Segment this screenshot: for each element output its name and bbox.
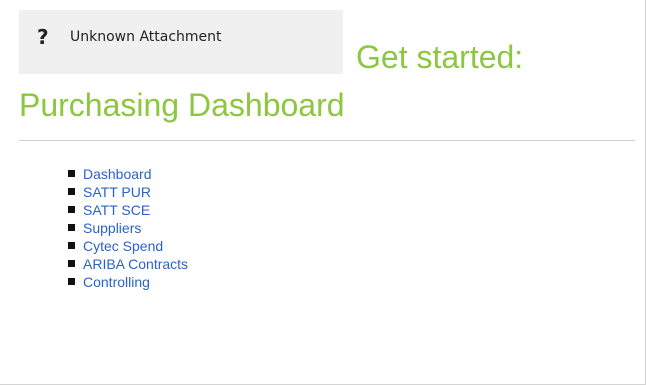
attachment-label: Unknown Attachment <box>70 29 222 45</box>
bullet-icon <box>68 260 75 267</box>
page-title-line1: Get started: <box>356 39 524 75</box>
list-item: Suppliers <box>68 219 188 237</box>
dashboard-link-list: Dashboard SATT PUR SATT SCE Suppliers Cy… <box>68 165 188 291</box>
link-satt-sce[interactable]: SATT SCE <box>83 202 150 218</box>
title-divider <box>19 140 635 141</box>
list-item: Controlling <box>68 273 188 291</box>
bullet-icon <box>68 278 75 285</box>
bullet-icon <box>68 242 75 249</box>
link-satt-pur[interactable]: SATT PUR <box>83 184 151 200</box>
page-title-line2: Purchasing Dashboard <box>19 87 345 123</box>
question-mark-icon: ? <box>37 25 49 49</box>
list-item: Dashboard <box>68 165 188 183</box>
unknown-attachment-placeholder: ? Unknown Attachment <box>19 10 343 74</box>
link-ariba-contracts[interactable]: ARIBA Contracts <box>83 256 188 272</box>
link-cytec-spend[interactable]: Cytec Spend <box>83 238 163 254</box>
link-suppliers[interactable]: Suppliers <box>83 220 141 236</box>
link-dashboard[interactable]: Dashboard <box>83 166 152 182</box>
bullet-icon <box>68 206 75 213</box>
page-container: ? Unknown Attachment Get started: Purcha… <box>0 0 646 385</box>
list-item: SATT SCE <box>68 201 188 219</box>
list-item: SATT PUR <box>68 183 188 201</box>
bullet-icon <box>68 188 75 195</box>
bullet-icon <box>68 224 75 231</box>
list-item: Cytec Spend <box>68 237 188 255</box>
link-controlling[interactable]: Controlling <box>83 274 150 290</box>
bullet-icon <box>68 170 75 177</box>
list-item: ARIBA Contracts <box>68 255 188 273</box>
